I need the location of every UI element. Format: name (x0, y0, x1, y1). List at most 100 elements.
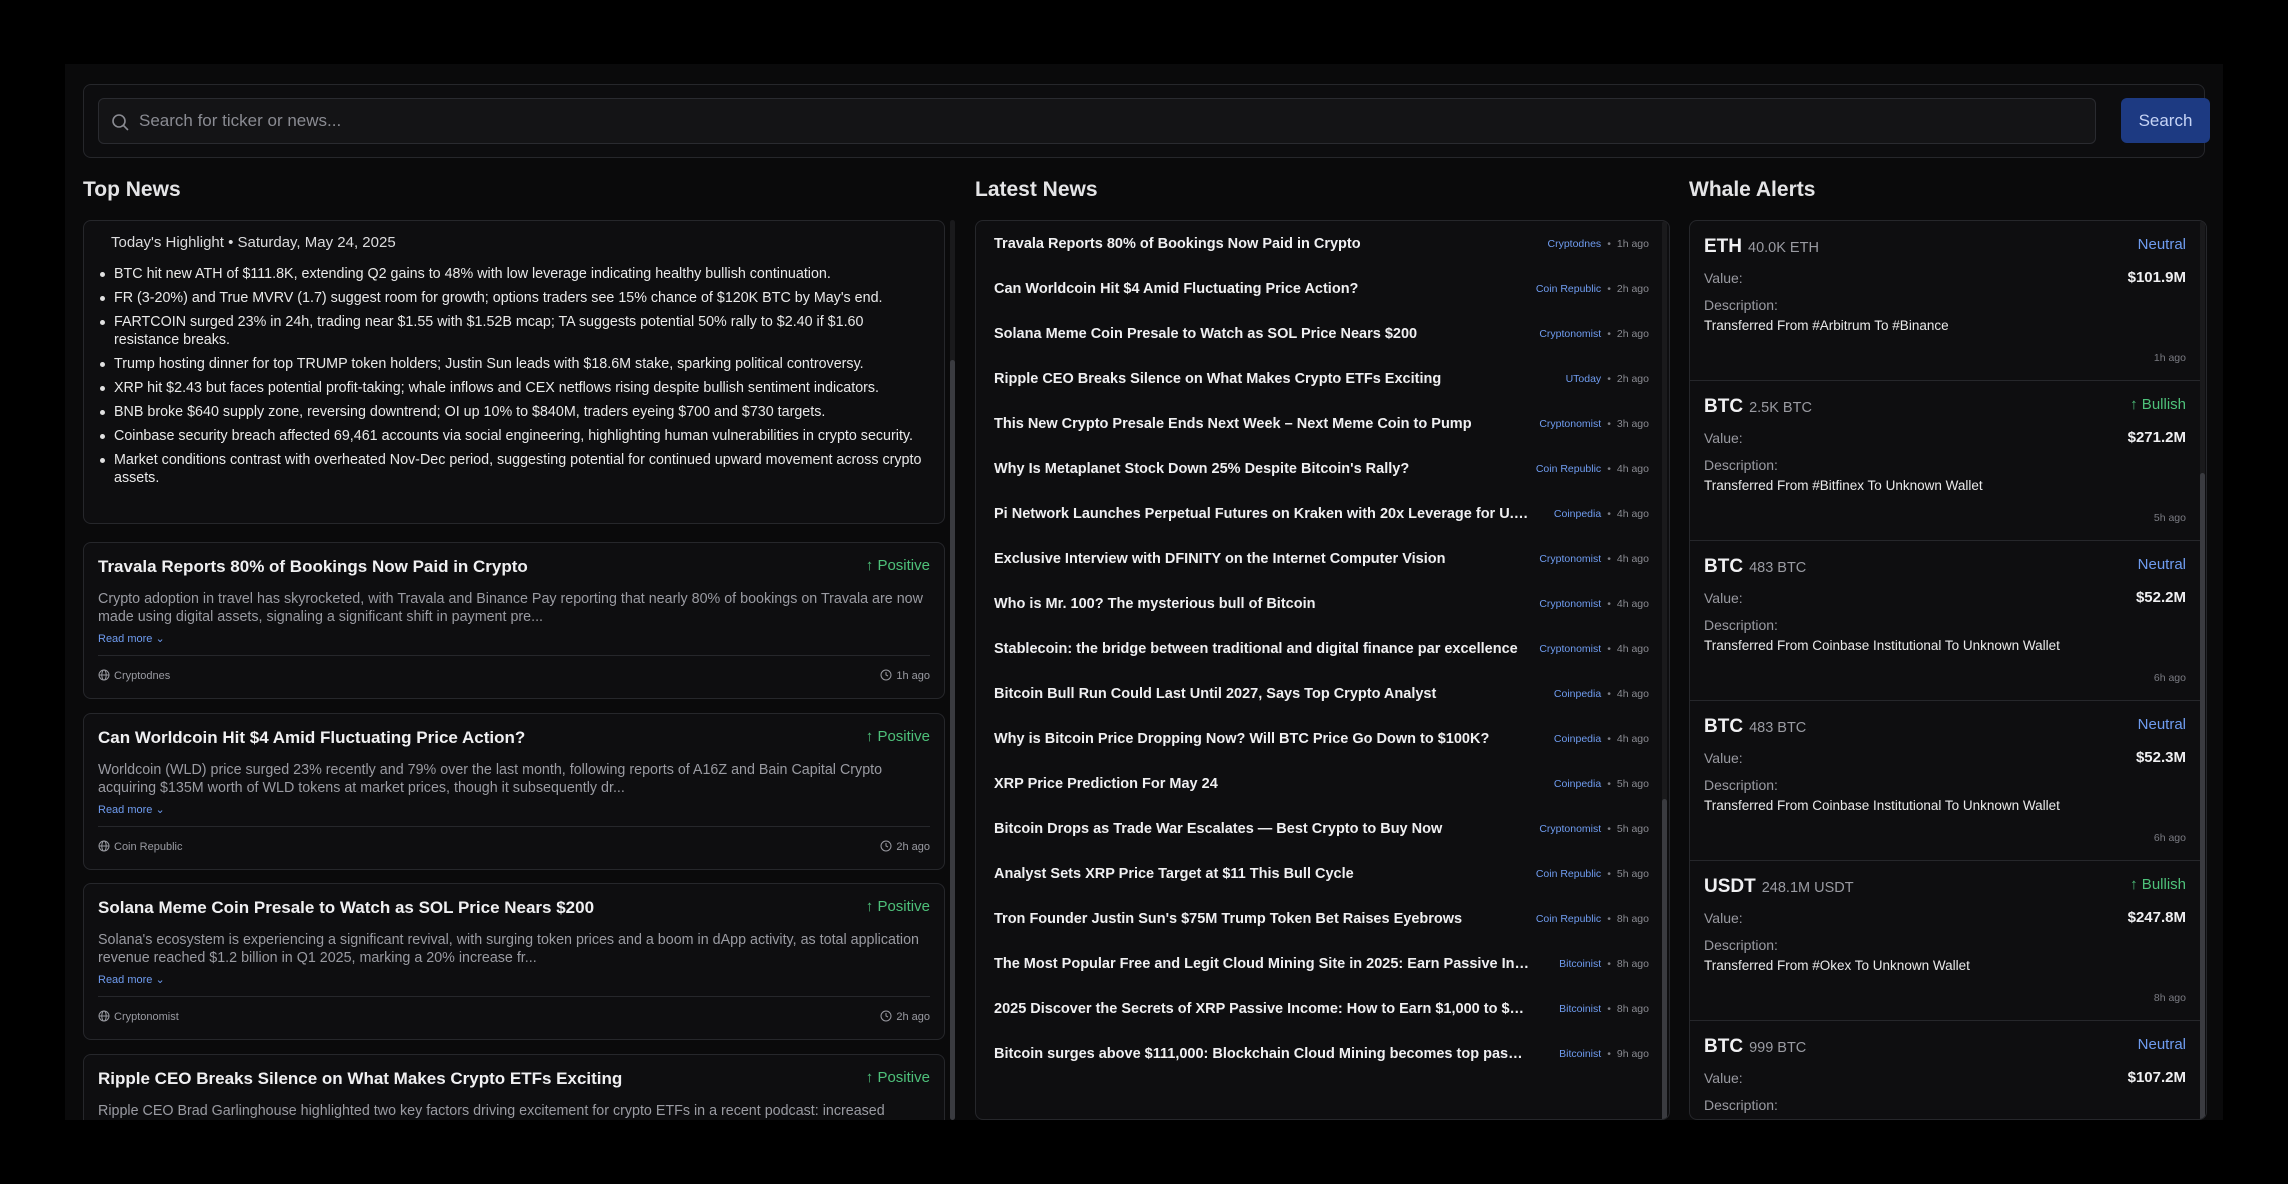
whale-description: Transferred From #Okex To Unknown Wallet (1704, 958, 1970, 973)
list-item[interactable]: Why is Bitcoin Price Dropping Now? Will … (994, 731, 1649, 751)
whale-time: 6h ago (2153, 832, 2186, 844)
news-card[interactable]: Can Worldcoin Hit $4 Amid Fluctuating Pr… (83, 713, 945, 870)
list-item[interactable]: Bitcoin Bull Run Could Last Until 2027, … (994, 686, 1649, 706)
list-item[interactable]: Who is Mr. 100? The mysterious bull of B… (994, 596, 1649, 616)
news-card[interactable]: Solana Meme Coin Presale to Watch as SOL… (83, 883, 945, 1040)
news-headline[interactable]: Stablecoin: the bridge between tradition… (994, 641, 1529, 657)
highlight-item: FR (3-20%) and True MVRV (1.7) suggest r… (100, 289, 924, 307)
news-headline[interactable]: Travala Reports 80% of Bookings Now Paid… (994, 236, 1529, 252)
latest-news-list[interactable]: Travala Reports 80% of Bookings Now Paid… (975, 220, 1670, 1120)
news-card-title[interactable]: Travala Reports 80% of Bookings Now Paid… (98, 557, 838, 577)
scrollbar-thumb[interactable] (2200, 473, 2205, 1119)
search-input[interactable] (139, 99, 2079, 143)
news-meta: Coinpedia • 4h ago (1553, 733, 1649, 745)
news-card-title[interactable]: Ripple CEO Breaks Silence on What Makes … (98, 1069, 838, 1089)
highlight-item: BTC hit new ATH of $111.8K, extending Q2… (100, 265, 924, 283)
news-card-title[interactable]: Can Worldcoin Hit $4 Amid Fluctuating Pr… (98, 728, 838, 748)
whale-alert-item[interactable]: BTC 2.5K BTC ↑ Bullish Value: $271.2M Des… (1690, 381, 2200, 541)
whale-value: $101.9M (2127, 269, 2186, 286)
sentiment-badge: Neutral (2137, 556, 2186, 573)
news-meta: Coin Republic • 2h ago (1535, 283, 1649, 295)
whale-amount: 999 BTC (1749, 1040, 1807, 1056)
whale-value: $107.2M (2127, 1069, 2186, 1086)
top-news-scrollbar[interactable] (950, 220, 955, 1120)
clock-icon (880, 840, 892, 852)
globe-icon (98, 1010, 110, 1022)
list-item[interactable]: Travala Reports 80% of Bookings Now Paid… (994, 236, 1649, 256)
list-item[interactable]: Ripple CEO Breaks Silence on What Makes … (994, 371, 1649, 391)
news-card[interactable]: Ripple CEO Breaks Silence on What Makes … (83, 1054, 945, 1120)
news-meta: Cryptonomist • 4h ago (1539, 598, 1649, 610)
news-headline[interactable]: Who is Mr. 100? The mysterious bull of B… (994, 596, 1529, 612)
description-label: Description: (1704, 457, 1778, 473)
news-meta: Cryptonomist • 4h ago (1539, 643, 1649, 655)
list-item[interactable]: Pi Network Launches Perpetual Futures on… (994, 506, 1649, 526)
list-item[interactable]: Solana Meme Coin Presale to Watch as SOL… (994, 326, 1649, 346)
list-item[interactable]: Can Worldcoin Hit $4 Amid Fluctuating Pr… (994, 281, 1649, 301)
whale-alert-item[interactable]: USDT 248.1M USDT ↑ Bullish Value: $247.8M… (1690, 861, 2200, 1021)
news-headline[interactable]: Analyst Sets XRP Price Target at $11 Thi… (994, 866, 1529, 882)
latest-news-heading: Latest News (975, 178, 1098, 201)
description-label: Description: (1704, 297, 1778, 313)
sentiment-badge: Neutral (2137, 1036, 2186, 1053)
list-item[interactable]: Analyst Sets XRP Price Target at $11 Thi… (994, 866, 1649, 886)
news-meta: Bitcoinist • 8h ago (1559, 958, 1649, 970)
whale-alerts-scrollbar[interactable] (2200, 221, 2205, 1119)
highlight-item: BNB broke $640 supply zone, reversing do… (100, 403, 924, 421)
news-meta: Cryptonomist • 4h ago (1539, 553, 1649, 565)
news-headline[interactable]: Solana Meme Coin Presale to Watch as SOL… (994, 326, 1529, 342)
news-card-title[interactable]: Solana Meme Coin Presale to Watch as SOL… (98, 898, 838, 918)
value-label: Value: (1704, 910, 1743, 926)
read-more-link[interactable]: Read more ⌄ (98, 803, 165, 816)
whale-alert-item[interactable]: ETH 40.0K ETH Neutral Value: $101.9M Desc… (1690, 221, 2200, 381)
top-news-heading: Top News (83, 178, 181, 201)
news-headline[interactable]: Tron Founder Justin Sun's $75M Trump Tok… (994, 911, 1529, 927)
list-item[interactable]: Stablecoin: the bridge between tradition… (994, 641, 1649, 661)
news-meta: Cryptonomist • 3h ago (1539, 418, 1649, 430)
read-more-link[interactable]: Read more ⌄ (98, 632, 165, 645)
top-news-column[interactable]: Today's Highlight • Saturday, May 24, 20… (83, 220, 945, 1120)
list-item[interactable]: Bitcoin surges above $111,000: Blockchai… (994, 1046, 1649, 1066)
news-card-summary: Worldcoin (WLD) price surged 23% recentl… (98, 762, 883, 796)
list-item[interactable]: Exclusive Interview with DFINITY on the … (994, 551, 1649, 571)
search-field[interactable] (98, 98, 2096, 144)
news-meta: UToday • 2h ago (1565, 373, 1649, 385)
news-headline[interactable]: Ripple CEO Breaks Silence on What Makes … (994, 371, 1529, 387)
list-item[interactable]: 2025 Discover the Secrets of XRP Passive… (994, 1001, 1649, 1021)
scrollbar-thumb[interactable] (950, 360, 955, 1120)
news-headline[interactable]: Bitcoin Bull Run Could Last Until 2027, … (994, 686, 1529, 702)
whale-alert-item[interactable]: BTC 483 BTC Neutral Value: $52.2M Descrip… (1690, 541, 2200, 701)
news-headline[interactable]: Why is Bitcoin Price Dropping Now? Will … (994, 731, 1529, 747)
search-button[interactable]: Search (2121, 98, 2210, 143)
whale-symbol: ETH 40.0K ETH (1704, 236, 1819, 257)
news-card[interactable]: Travala Reports 80% of Bookings Now Paid… (83, 542, 945, 699)
list-item[interactable]: Tron Founder Justin Sun's $75M Trump Tok… (994, 911, 1649, 931)
whale-symbol: BTC 483 BTC (1704, 556, 1807, 577)
list-item[interactable]: This New Crypto Presale Ends Next Week –… (994, 416, 1649, 436)
list-item[interactable]: Bitcoin Drops as Trade War Escalates — B… (994, 821, 1649, 841)
sentiment-badge: ↑ Bullish (2130, 396, 2186, 413)
news-headline[interactable]: Can Worldcoin Hit $4 Amid Fluctuating Pr… (994, 281, 1529, 297)
news-card-summary: Ripple CEO Brad Garlinghouse highlighted… (98, 1103, 885, 1119)
whale-alert-item[interactable]: BTC 483 BTC Neutral Value: $52.3M Descrip… (1690, 701, 2200, 861)
news-headline[interactable]: This New Crypto Presale Ends Next Week –… (994, 416, 1529, 432)
whale-alerts-list[interactable]: ETH 40.0K ETH Neutral Value: $101.9M Desc… (1689, 220, 2207, 1120)
globe-icon (98, 669, 110, 681)
whale-alert-item[interactable]: BTC 999 BTC Neutral Value: $107.2M Descri… (1690, 1021, 2200, 1119)
scrollbar-thumb[interactable] (1662, 799, 1667, 1119)
news-headline[interactable]: Bitcoin surges above $111,000: Blockchai… (994, 1046, 1529, 1062)
list-item[interactable]: Why Is Metaplanet Stock Down 25% Despite… (994, 461, 1649, 481)
news-headline[interactable]: The Most Popular Free and Legit Cloud Mi… (994, 956, 1529, 972)
news-headline[interactable]: Exclusive Interview with DFINITY on the … (994, 551, 1529, 567)
list-item[interactable]: The Most Popular Free and Legit Cloud Mi… (994, 956, 1649, 976)
whale-symbol: BTC 483 BTC (1704, 716, 1807, 737)
latest-news-scrollbar[interactable] (1662, 221, 1667, 1119)
read-more-link[interactable]: Read more ⌄ (98, 973, 165, 986)
list-item[interactable]: XRP Price Prediction For May 24 Coinpedia… (994, 776, 1649, 796)
news-headline[interactable]: Pi Network Launches Perpetual Futures on… (994, 506, 1529, 522)
news-headline[interactable]: Why Is Metaplanet Stock Down 25% Despite… (994, 461, 1529, 477)
news-headline[interactable]: XRP Price Prediction For May 24 (994, 776, 1529, 792)
news-headline[interactable]: 2025 Discover the Secrets of XRP Passive… (994, 1001, 1529, 1017)
app-frame: Search Top News Latest News Whale Alerts… (65, 64, 2223, 1120)
news-headline[interactable]: Bitcoin Drops as Trade War Escalates — B… (994, 821, 1529, 837)
